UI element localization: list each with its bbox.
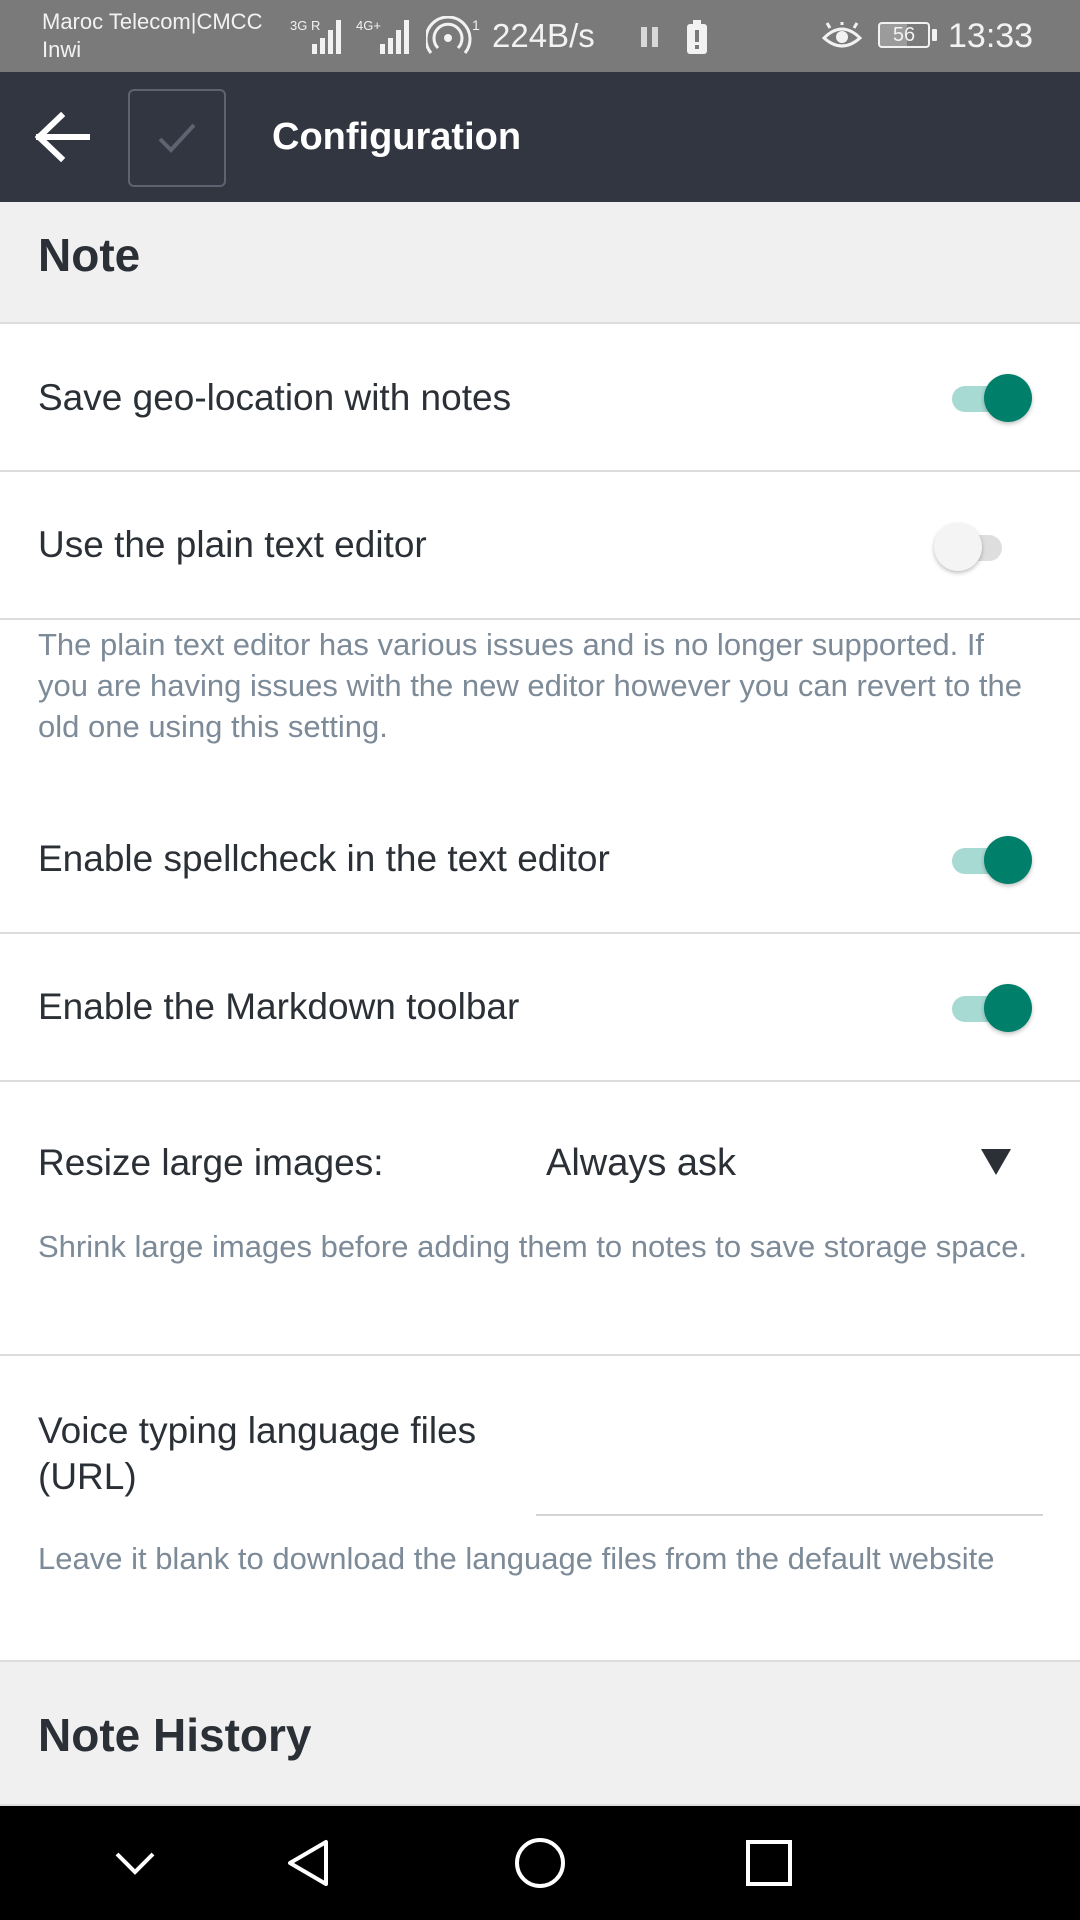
nav-recents-button[interactable] (734, 1828, 804, 1898)
battery-alert-icon (687, 20, 707, 54)
resize-images-select[interactable]: Always ask (530, 1112, 1040, 1212)
setting-plain-text-editor[interactable]: Use the plain text editor (0, 472, 1080, 620)
carrier-line-2: Inwi (42, 37, 82, 62)
carrier-line-1: Maroc Telecom|CMCC (42, 9, 263, 34)
setting-label: Enable spellcheck in the text editor (38, 838, 610, 879)
setting-geo-location[interactable]: Save geo-location with notes (0, 324, 1080, 472)
setting-markdown-toolbar[interactable]: Enable the Markdown toolbar (0, 934, 1080, 1082)
clock: 13:33 (948, 17, 1034, 55)
section-title-note-history: Note History (38, 1709, 312, 1761)
pause-icon (641, 27, 658, 47)
app-bar: Configuration (0, 72, 1080, 202)
eye-comfort-icon (822, 22, 862, 48)
spellcheck-toggle[interactable] (948, 834, 1032, 886)
checkmark-icon (158, 123, 196, 153)
recents-square-icon (746, 1840, 792, 1886)
markdown-toolbar-toggle[interactable] (948, 982, 1032, 1034)
hotspot-count: 1 (472, 17, 480, 33)
voice-typing-label-line1: Voice typing language files (38, 1410, 477, 1451)
section-title-note: Note (38, 229, 141, 281)
resize-images-description: Shrink large images before adding them t… (38, 1229, 1028, 1264)
status-bar: Maroc Telecom|CMCC Inwi 3G R 4G+ 1 224B/… (0, 0, 1080, 72)
toggle-thumb (984, 984, 1032, 1032)
nav-back-button[interactable] (274, 1828, 344, 1898)
network-icons: 3G R 4G+ 1 (290, 14, 484, 58)
setting-label: Save geo-location with notes (38, 377, 512, 418)
nav-home-button[interactable] (505, 1828, 575, 1898)
setting-label: Resize large images: (38, 1142, 384, 1183)
geo-location-toggle[interactable] (948, 372, 1032, 424)
voice-typing-description: Leave it blank to download the language … (38, 1541, 995, 1576)
setting-label: Voice typing language files (URL) (38, 1408, 476, 1500)
signal-4g-icon: 4G+ (356, 18, 409, 54)
toggle-thumb (984, 374, 1032, 422)
section-header-note: Note (0, 202, 1080, 324)
network-speed: 224B/s (492, 17, 595, 54)
back-triangle-icon (288, 1840, 328, 1886)
toggle-thumb (934, 523, 982, 571)
navigation-bar (0, 1806, 1080, 1920)
network-4g-label: 4G+ (356, 18, 381, 33)
voice-typing-url-input[interactable] (536, 1466, 1043, 1516)
home-circle-icon (515, 1838, 565, 1888)
plain-text-editor-toggle[interactable] (934, 521, 1018, 573)
back-button[interactable] (28, 104, 98, 170)
hotspot-icon: 1 (426, 16, 480, 54)
page-title: Configuration (272, 116, 522, 158)
network-3g-label: 3G R (290, 18, 320, 33)
battery-icon: 56 (878, 22, 930, 48)
battery-percent: 56 (892, 24, 916, 46)
toggle-thumb (984, 836, 1032, 884)
setting-resize-images: Resize large images: Always ask Shrink l… (0, 1082, 1080, 1356)
plain-text-editor-description: The plain text editor has various issues… (38, 627, 1022, 744)
chevron-down-icon (115, 1852, 155, 1875)
dropdown-arrow-icon (981, 1149, 1011, 1175)
hide-nav-button[interactable] (100, 1828, 170, 1898)
battery-tip (932, 29, 937, 41)
select-value: Always ask (546, 1142, 737, 1184)
carrier-names: Maroc Telecom|CMCC Inwi (42, 8, 262, 64)
setting-voice-typing: Voice typing language files (URL) Leave … (0, 1356, 1080, 1662)
setting-label: Enable the Markdown toolbar (38, 986, 520, 1027)
voice-typing-label-line2: (URL) (38, 1456, 137, 1497)
setting-spellcheck[interactable]: Enable spellcheck in the text editor (0, 786, 1080, 934)
section-header-note-history: Note History (0, 1662, 1080, 1806)
save-checkmark-button[interactable] (128, 89, 226, 187)
signal-3g-icon: 3G R (290, 18, 341, 54)
setting-label: Use the plain text editor (38, 524, 427, 565)
arrow-left-icon (35, 112, 90, 162)
